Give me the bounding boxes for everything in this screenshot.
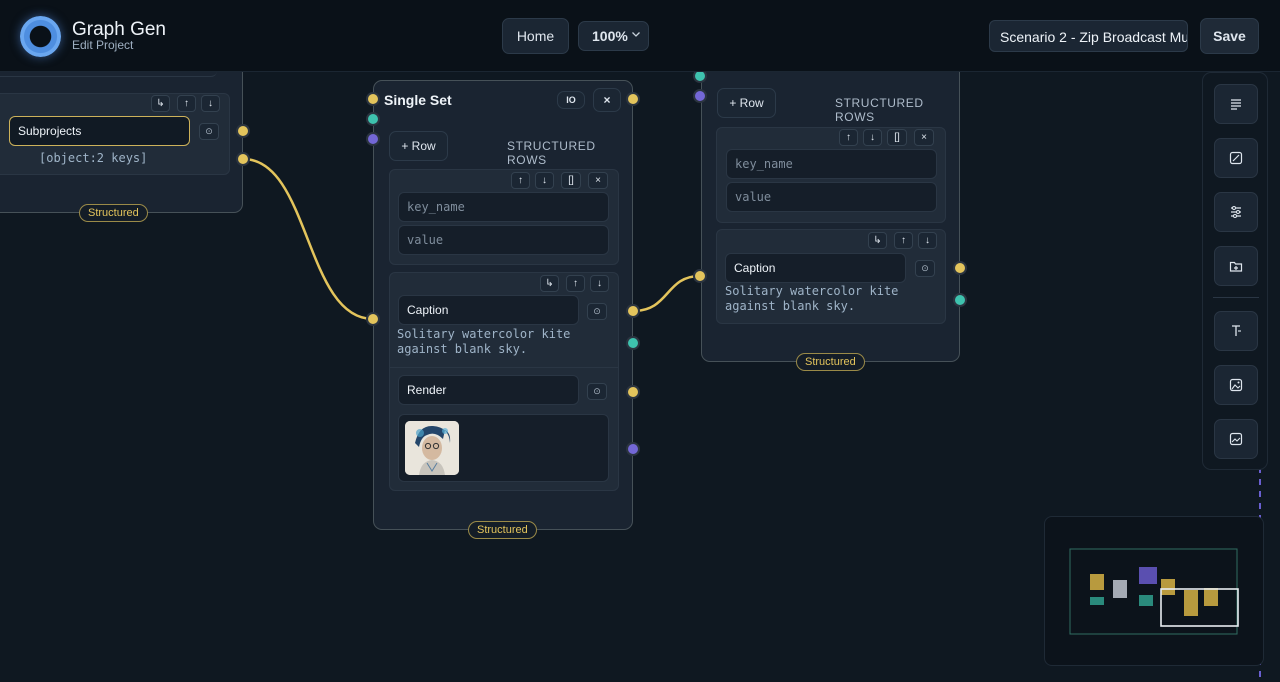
left-node-port-out-1[interactable] xyxy=(236,124,250,138)
left-node-port-out-2[interactable] xyxy=(236,152,250,166)
indent-button[interactable]: ↳ xyxy=(868,232,887,249)
caption-option-button[interactable]: ⊙ xyxy=(915,260,935,277)
move-up-button[interactable]: ↑ xyxy=(566,275,585,292)
node-title: Single Set xyxy=(384,92,452,108)
single-set-port-in-teal[interactable] xyxy=(366,112,380,126)
value-input[interactable]: value xyxy=(398,225,609,255)
add-row-button[interactable]: + Row xyxy=(389,131,448,161)
single-set-port-in-purple[interactable] xyxy=(366,132,380,146)
text-cursor-icon[interactable] xyxy=(1214,311,1258,351)
single-set-port-out-purple[interactable] xyxy=(626,442,640,456)
move-down-button[interactable]: ↓ xyxy=(863,129,882,146)
folder-plus-icon[interactable] xyxy=(1214,246,1258,286)
structured-rows-header: STRUCTURED ROWS xyxy=(835,96,924,124)
image-pen-icon[interactable] xyxy=(1214,138,1258,178)
brackets-button[interactable]: [] xyxy=(887,129,907,146)
move-down-button[interactable]: ↓ xyxy=(201,95,220,112)
move-up-button[interactable]: ↑ xyxy=(894,232,913,249)
left-node[interactable]: ↳ ↑ ↓ Subprojects ⊙ [object:2 keys] xyxy=(0,72,243,213)
close-node-button[interactable]: × xyxy=(593,88,621,112)
key-name-input[interactable]: key_name xyxy=(398,192,609,222)
indent-button[interactable]: ↳ xyxy=(151,95,170,112)
image-icon[interactable] xyxy=(1214,419,1258,459)
indent-button[interactable]: ↳ xyxy=(540,275,559,292)
right-node-port-in-caption[interactable] xyxy=(693,269,707,283)
scenario-name-input[interactable]: Scenario 2 - Zip Broadcast Mu xyxy=(989,20,1188,52)
row-option-button[interactable]: ⊙ xyxy=(199,123,219,140)
value-input[interactable]: value xyxy=(726,182,937,212)
left-node-badge: Structured xyxy=(79,204,148,222)
caption-option-button[interactable]: ⊙ xyxy=(587,303,607,320)
home-button[interactable]: Home xyxy=(502,18,569,54)
minimap[interactable] xyxy=(1044,516,1264,666)
sliders-icon[interactable] xyxy=(1214,192,1258,232)
render-thumbnail-image[interactable] xyxy=(405,421,459,475)
move-up-button[interactable]: ↑ xyxy=(177,95,196,112)
save-button[interactable]: Save xyxy=(1200,18,1259,54)
top-bar: Graph Gen Edit Project Home 100% Scenari… xyxy=(0,0,1280,72)
minimap-graphic xyxy=(1069,548,1239,635)
right-node[interactable]: + Row STRUCTURED ROWS ↑ ↓ [] × key_name … xyxy=(701,72,960,362)
single-set-port-out-caption[interactable] xyxy=(626,304,640,318)
key-name-input[interactable]: key_name xyxy=(726,149,937,179)
right-node-badge: Structured xyxy=(796,353,865,371)
single-set-port-out-teal[interactable] xyxy=(626,336,640,350)
right-node-port-out-caption[interactable] xyxy=(953,261,967,275)
add-row-button[interactable]: + Row xyxy=(717,88,776,118)
right-node-port-in-purple[interactable] xyxy=(693,89,707,103)
render-option-button[interactable]: ⊙ xyxy=(587,383,607,400)
single-set-port-out-render[interactable] xyxy=(626,385,640,399)
single-set-port-in-caption[interactable] xyxy=(366,312,380,326)
app-logo-icon xyxy=(20,16,61,57)
move-up-button[interactable]: ↑ xyxy=(839,129,858,146)
move-down-button[interactable]: ↓ xyxy=(535,172,554,189)
brackets-button[interactable]: [] xyxy=(561,172,581,189)
zoom-select[interactable]: 100% xyxy=(578,21,649,51)
single-set-port-in-top[interactable] xyxy=(366,92,380,106)
move-up-button[interactable]: ↑ xyxy=(511,172,530,189)
right-node-port-out-teal[interactable] xyxy=(953,293,967,307)
text-lines-icon[interactable] xyxy=(1214,84,1258,124)
move-down-button[interactable]: ↓ xyxy=(590,275,609,292)
single-set-node[interactable]: Single Set IO × + Row STRUCTURED ROWS ↑ … xyxy=(373,80,633,530)
image-upload-icon[interactable] xyxy=(1214,365,1258,405)
move-down-button[interactable]: ↓ xyxy=(918,232,937,249)
right-toolbar xyxy=(1202,72,1268,470)
subprojects-label-input[interactable]: Subprojects xyxy=(9,116,190,146)
subprojects-value: [object:2 keys] xyxy=(39,151,148,165)
chevron-down-icon xyxy=(631,29,641,42)
render-label-input[interactable]: Render xyxy=(398,375,579,405)
remove-row-button[interactable]: × xyxy=(588,172,608,189)
edge-caption-to-right-node xyxy=(632,274,701,313)
remove-row-button[interactable]: × xyxy=(914,129,934,146)
toolbar-divider xyxy=(1213,297,1259,298)
single-set-badge: Structured xyxy=(468,521,537,539)
zoom-value: 100% xyxy=(592,28,628,44)
caption-label-input[interactable]: Caption xyxy=(398,295,579,325)
io-button[interactable]: IO xyxy=(557,91,585,109)
structured-rows-header: STRUCTURED ROWS xyxy=(507,139,596,167)
app-subtitle: Edit Project xyxy=(72,38,134,52)
caption-text: Solitary watercolor kite against blank s… xyxy=(397,327,571,356)
single-set-port-out-top[interactable] xyxy=(626,92,640,106)
caption-label-input[interactable]: Caption xyxy=(725,253,906,283)
caption-text: Solitary watercolor kite against blank s… xyxy=(725,284,899,313)
edge-subprojects-to-single-set xyxy=(242,157,374,321)
